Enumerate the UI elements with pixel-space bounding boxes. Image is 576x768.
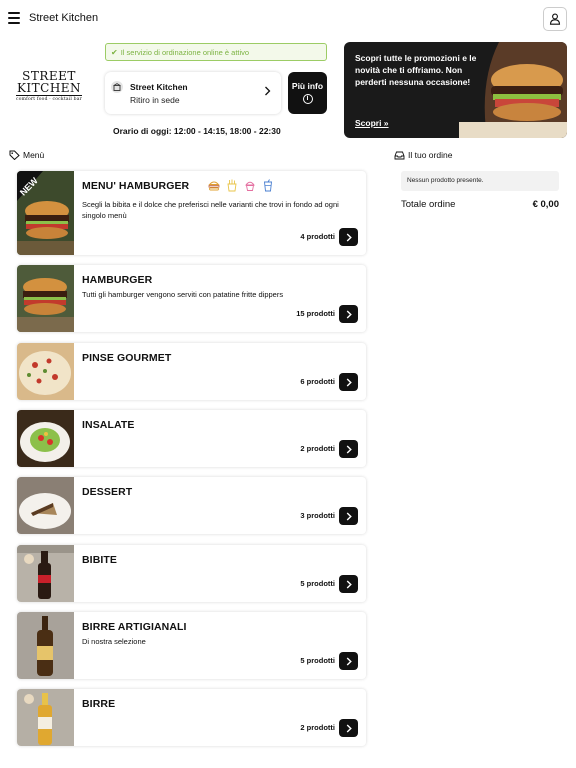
app-title: Street Kitchen [29, 12, 99, 24]
open-category-button[interactable] [339, 719, 358, 737]
chevron-right-icon [346, 309, 352, 319]
order-total-label: Totale ordine [401, 199, 456, 210]
open-category-button[interactable] [339, 373, 358, 391]
open-category-button[interactable] [339, 652, 358, 670]
top-bar: Street Kitchen [0, 0, 576, 38]
user-account-button[interactable] [543, 7, 567, 31]
tray-icon [394, 151, 405, 159]
category-title: DESSERT [82, 486, 133, 498]
order-section-title: Il tuo ordine [408, 150, 453, 160]
soft-drink-image [17, 545, 74, 602]
empty-order-notice: Nessun prodotto presente. [401, 171, 559, 191]
beer-image [17, 689, 74, 746]
promo-discover-link[interactable]: Scopri » [355, 118, 389, 128]
category-product-count: 3 prodotti [300, 511, 335, 520]
category-description: Scegli la bibita e il dolce che preferis… [82, 200, 339, 220]
chevron-right-icon [346, 656, 352, 666]
category-product-count: 4 prodotti [300, 232, 335, 241]
order-total-value: € 0,00 [532, 199, 559, 210]
category-product-count: 5 prodotti [300, 656, 335, 665]
chevron-right-icon [265, 86, 271, 96]
category-description: Tutti gli hamburger vengono serviti con … [82, 290, 284, 299]
category-title: INSALATE [82, 419, 135, 431]
info-icon: i [302, 94, 313, 104]
category-title: BIRRE [82, 698, 116, 710]
category-title: MENU' HAMBURGER [82, 180, 190, 192]
category-card-dessert[interactable]: DESSERT 3 prodotti [17, 477, 366, 534]
user-icon [549, 13, 561, 25]
category-card-insalate[interactable]: INSALATE 2 prodotti [17, 410, 366, 467]
category-title: BIBITE [82, 554, 118, 566]
store-selector[interactable]: Street Kitchen Ritiro in sede [105, 72, 281, 114]
category-product-count: 5 prodotti [300, 579, 335, 588]
logo-line-2: KITCHEN [16, 81, 82, 96]
more-info-button[interactable]: Più info i [288, 72, 327, 114]
open-category-button[interactable] [339, 575, 358, 593]
category-title: PINSE GOURMET [82, 352, 172, 364]
promo-banner[interactable]: Scopri tutte le promozioni e le novità c… [344, 42, 567, 138]
status-text: Il servizio di ordinazione online è atti… [120, 47, 250, 57]
chevron-right-icon [346, 444, 352, 454]
more-info-label: Più info [291, 81, 324, 91]
chevron-right-icon [346, 232, 352, 242]
promo-text: Scopri tutte le promozioni e le novità c… [355, 53, 477, 87]
fries-icon [227, 179, 237, 192]
category-product-count: 2 prodotti [300, 444, 335, 453]
open-category-button[interactable] [339, 305, 358, 323]
logo-tagline: comfort food · cocktail bar [16, 97, 82, 102]
category-title: BIRRE ARTIGIANALI [82, 621, 187, 633]
open-category-button[interactable] [339, 507, 358, 525]
menu-section-title: Menù [23, 150, 45, 160]
category-card-pinse-gourmet[interactable]: PINSE GOURMET 6 prodotti [17, 343, 366, 400]
dessert-image [17, 477, 74, 534]
chevron-right-icon [346, 579, 352, 589]
restaurant-logo: STREET KITCHEN comfort food · cocktail b… [16, 70, 82, 110]
tag-icon [9, 150, 20, 160]
hamburger-menu-icon[interactable] [8, 12, 20, 24]
category-card-birre[interactable]: BIRRE 2 prodotti [17, 689, 366, 746]
open-category-button[interactable] [339, 440, 358, 458]
category-card-birre-artigianali[interactable]: BIRRE ARTIGIANALI Di nostra selezione 5 … [17, 612, 366, 679]
salad-image [17, 410, 74, 467]
category-product-count: 2 prodotti [300, 723, 335, 732]
category-card-bibite[interactable]: BIBITE 5 prodotti [17, 545, 366, 602]
store-name: Street Kitchen [130, 82, 188, 92]
category-description: Di nostra selezione [82, 637, 146, 646]
category-title: HAMBURGER [82, 274, 153, 286]
order-section-header: Il tuo ordine [394, 150, 452, 160]
opening-hours: Orario di oggi: 12:00 - 14:15, 18:00 - 2… [113, 126, 281, 136]
open-category-button[interactable] [339, 228, 358, 246]
chevron-right-icon [346, 377, 352, 387]
craft-beer-image [17, 612, 74, 679]
menu-includes-icons [208, 179, 274, 192]
chevron-right-icon [346, 723, 352, 733]
burger-icon [208, 181, 220, 191]
cupcake-icon [245, 181, 255, 191]
drink-icon [263, 179, 273, 192]
hamburger-image [17, 265, 74, 332]
category-card-hamburger[interactable]: HAMBURGER Tutti gli hamburger vengono se… [17, 265, 366, 332]
check-icon: ✔ [111, 47, 118, 57]
category-product-count: 6 prodotti [300, 377, 335, 386]
category-product-count: 15 prodotti [296, 309, 335, 318]
pickup-mode: Ritiro in sede [130, 95, 180, 105]
chevron-right-icon [346, 511, 352, 521]
category-card-menu-hamburger[interactable]: NEW MENU' HAMBURGER Scegli la bibita e i… [17, 171, 366, 255]
menu-hamburger-image: NEW [17, 171, 74, 255]
ordering-status-banner: ✔ Il servizio di ordinazione online è at… [105, 43, 327, 61]
menu-section-header: Menù [9, 150, 44, 160]
pinsa-image [17, 343, 74, 400]
store-icon [111, 81, 123, 93]
